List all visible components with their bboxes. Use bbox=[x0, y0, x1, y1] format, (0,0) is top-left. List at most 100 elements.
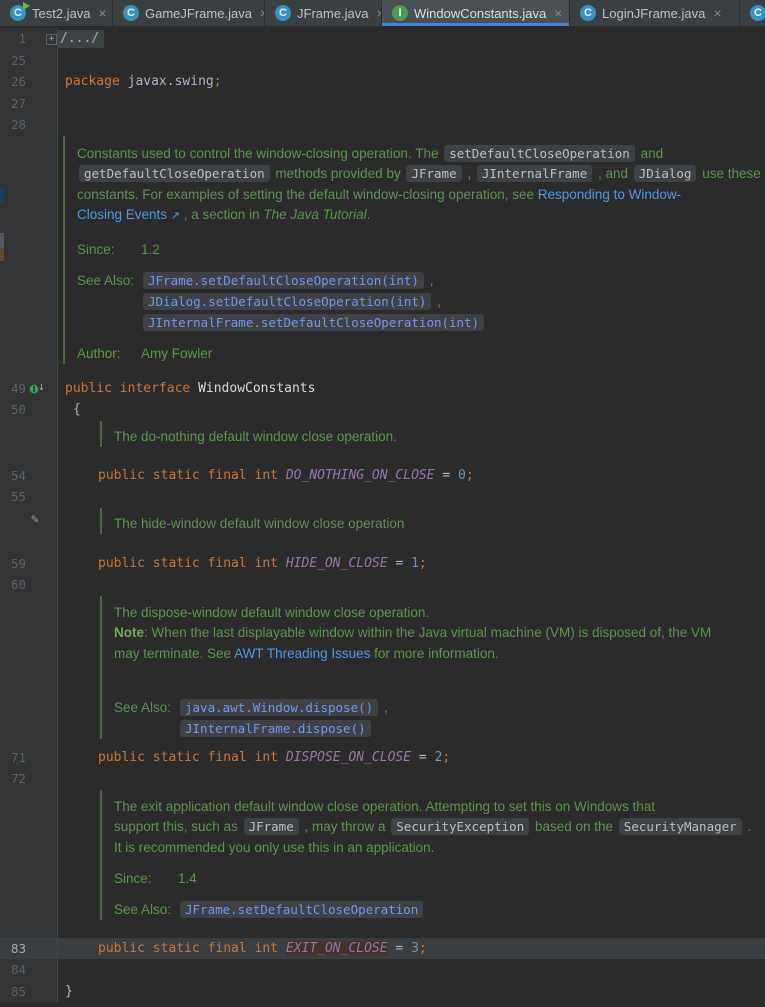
tab-windowconstants-java[interactable]: I WindowConstants.java × bbox=[382, 0, 570, 26]
see-also-link[interactable]: JInternalFrame.setDefaultCloseOperation(… bbox=[143, 313, 485, 331]
code-line-content[interactable] bbox=[58, 114, 765, 136]
see-also-link[interactable]: java.awt.Window.dispose() bbox=[180, 699, 379, 716]
tab-close-icon[interactable]: × bbox=[713, 6, 721, 20]
code-line-content[interactable]: } bbox=[58, 981, 765, 1003]
code-punctuation: ; bbox=[418, 555, 427, 571]
code-line-content[interactable]: public static final int EXIT_ON_CLOSE = … bbox=[58, 937, 765, 959]
tab-label: GameJFrame.java bbox=[145, 5, 252, 21]
code-line-content[interactable]: public static final int DO_NOTHING_ON_CL… bbox=[58, 465, 765, 487]
doc-text: 1.2 bbox=[141, 241, 160, 257]
see-also-link[interactable]: JFrame.setDefaultCloseOperation(int) bbox=[143, 271, 424, 289]
constant-name: DISPOSE_ON_CLOSE bbox=[285, 749, 412, 765]
inline-code-chip: JDialog bbox=[633, 165, 697, 182]
code-line-content[interactable]: public static final int HIDE_ON_CLOSE = … bbox=[58, 553, 765, 575]
code-line-content[interactable] bbox=[58, 93, 765, 115]
tab-label: LoginJFrame.java bbox=[602, 5, 706, 21]
code-line-content[interactable] bbox=[58, 486, 765, 508]
gutter: 71 bbox=[0, 746, 58, 768]
external-link-icon[interactable]: ↗ bbox=[171, 210, 180, 222]
code-number: 3 bbox=[411, 940, 419, 956]
class-icon: C bbox=[275, 5, 291, 21]
doc-comment-content[interactable]: The do-nothing default window close oper… bbox=[58, 420, 765, 465]
doc-link[interactable]: Closing Events bbox=[77, 207, 171, 222]
code-line-content[interactable]: { bbox=[58, 399, 765, 421]
interface-icon: I bbox=[392, 5, 408, 21]
doc-tag-row: See Also: JFrame.setDefaultCloseOperation… bbox=[77, 270, 765, 291]
code-line-content[interactable]: public interface WindowConstants bbox=[58, 378, 765, 400]
doc-paragraph-line: The exit application default window clos… bbox=[114, 797, 765, 818]
code-line: 1 +/.../ bbox=[0, 28, 765, 50]
tab-loginjframe-java[interactable]: C LoginJFrame.java × bbox=[570, 0, 740, 26]
tab-gamejframe-java[interactable]: CGameJFrame.java× bbox=[113, 0, 265, 26]
rendered-javadoc: The exit application default window clos… bbox=[100, 789, 765, 920]
see-also-link[interactable]: JDialog.setDefaultCloseOperation(int) bbox=[143, 292, 432, 310]
doc-tag-label: See Also: bbox=[77, 272, 135, 288]
code-line-content[interactable]: package javax.swing; bbox=[58, 71, 765, 93]
code-line: 50 { bbox=[0, 399, 765, 421]
code-line-content[interactable]: public static final int DISPOSE_ON_CLOSE… bbox=[58, 747, 765, 769]
doc-text: and bbox=[605, 166, 632, 181]
code-text: } bbox=[65, 983, 73, 999]
doc-text: for more information. bbox=[370, 645, 499, 661]
doc-text-italic: The Java Tutorial bbox=[263, 207, 367, 222]
doc-tag-label: See Also: bbox=[114, 902, 172, 917]
doc-tag-row: JInternalFrame.dispose() bbox=[114, 718, 765, 739]
code-line-content[interactable] bbox=[58, 50, 765, 72]
editor-rows: 1 +/.../25 26 package javax.swing; 27 28 Const… bbox=[0, 26, 765, 1002]
gutter bbox=[0, 420, 58, 465]
line-number: 71 bbox=[10, 749, 26, 765]
line-number: 54 bbox=[10, 467, 26, 483]
doc-separator: , bbox=[433, 293, 441, 309]
line-number: 85 bbox=[10, 983, 26, 999]
code-line-content[interactable] bbox=[58, 959, 765, 981]
gutter: 26 bbox=[0, 71, 58, 93]
constant-name-highlighted: EXIT_ON_CLOSE bbox=[285, 940, 388, 956]
code-line-content[interactable] bbox=[58, 768, 765, 790]
doc-link[interactable]: AWT Threading Issues bbox=[234, 646, 370, 661]
doc-text: may throw a bbox=[312, 819, 390, 834]
see-also-link[interactable]: JFrame.setDefaultCloseOperation bbox=[180, 901, 424, 918]
inline-code-chip: getDefaultCloseOperation bbox=[79, 165, 270, 182]
tab-jframe-java[interactable]: CJFrame.java× bbox=[265, 0, 382, 26]
tab-close-icon[interactable]: × bbox=[99, 6, 107, 20]
implemented-by-icon[interactable]: ↓ bbox=[29, 380, 51, 395]
doc-link[interactable]: Responding to Window- bbox=[538, 187, 681, 202]
line-number: 27 bbox=[10, 95, 26, 111]
line-number: 55 bbox=[10, 489, 26, 504]
tab-test2-java[interactable]: C Test2.java × bbox=[0, 0, 113, 26]
doc-separator: . bbox=[743, 819, 752, 834]
code-text: javax.swing bbox=[119, 74, 214, 89]
tab-label: WindowConstants.java bbox=[414, 5, 547, 21]
tab-src-[interactable]: Csrc\ bbox=[740, 0, 765, 26]
doc-spacer bbox=[114, 889, 765, 899]
doc-comment-content[interactable]: Constants used to control the window-clo… bbox=[58, 135, 765, 378]
edit-comment-pencil-icon[interactable]: ✎ bbox=[31, 513, 39, 526]
gutter: 59 bbox=[0, 552, 58, 574]
tab-close-icon[interactable]: × bbox=[554, 6, 562, 20]
line-number: 59 bbox=[10, 555, 26, 571]
see-also-link[interactable]: JInternalFrame.dispose() bbox=[180, 720, 371, 737]
doc-comment-block: Constants used to control the window-clo… bbox=[0, 135, 765, 378]
code-number: 1 bbox=[411, 555, 419, 571]
inline-code-chip: JFrame bbox=[406, 165, 462, 182]
doc-separator: , bbox=[594, 166, 606, 181]
line-number: 72 bbox=[10, 771, 26, 786]
doc-tag-row: Author: Amy Fowler bbox=[77, 343, 765, 364]
fold-expand-icon[interactable]: + bbox=[46, 34, 57, 45]
doc-comment-content[interactable]: The exit application default window clos… bbox=[58, 789, 765, 938]
code-line-content[interactable]: /.../ bbox=[58, 28, 765, 50]
doc-tag-row: See Also: JFrame.setDefaultCloseOperation bbox=[114, 899, 765, 920]
marker-gray bbox=[0, 233, 4, 249]
doc-comment-content[interactable]: The hide-window default window close ope… bbox=[58, 507, 765, 553]
doc-text: . bbox=[366, 207, 371, 222]
line-number: 60 bbox=[10, 577, 26, 592]
doc-tag-row: Since: 1.2 bbox=[77, 239, 765, 260]
doc-text: constants. For examples of setting the d… bbox=[77, 186, 538, 202]
doc-comment-content[interactable]: The dispose-window default window close … bbox=[58, 595, 765, 747]
line-number: 84 bbox=[10, 962, 26, 977]
doc-paragraph-line: support this, such as JFrame , may throw… bbox=[114, 817, 765, 838]
code-editor[interactable]: 1 +/.../25 26 package javax.swing; 27 28 Const… bbox=[0, 26, 765, 1007]
code-line-content[interactable] bbox=[58, 574, 765, 596]
gutter: 83 bbox=[0, 937, 58, 959]
doc-tag-row: See Also: java.awt.Window.dispose() , bbox=[114, 697, 765, 718]
